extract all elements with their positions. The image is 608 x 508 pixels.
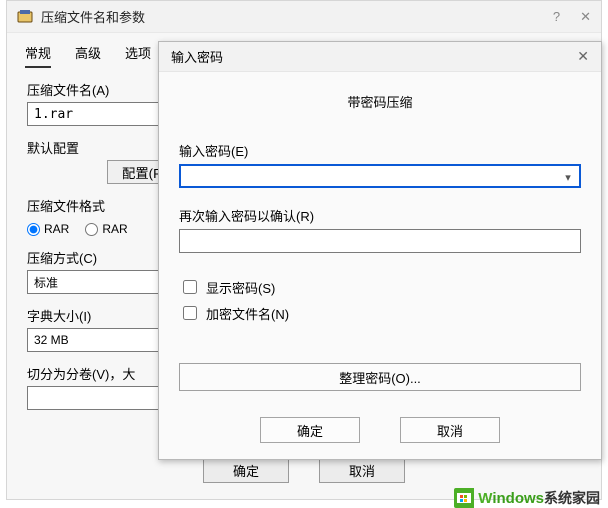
window-controls: ? ✕ — [553, 9, 591, 25]
organize-passwords-button[interactable]: 整理密码(O)... — [179, 363, 581, 391]
format-rar4[interactable]: RAR — [85, 222, 127, 236]
main-cancel-button[interactable]: 取消 — [319, 457, 405, 483]
tab-general[interactable]: 常规 — [25, 39, 51, 68]
pwd-title: 输入密码 — [171, 47, 577, 66]
encrypt-names-checkbox[interactable] — [183, 306, 197, 320]
show-password-check[interactable]: 显示密码(S) — [179, 277, 581, 297]
main-ok-button[interactable]: 确定 — [203, 457, 289, 483]
main-buttons: 确定 取消 — [7, 457, 601, 483]
confirm-pwd-label: 再次输入密码以确认(R) — [179, 206, 581, 225]
pwd-close-icon[interactable]: ✕ — [577, 48, 589, 65]
radio-rar4[interactable] — [85, 223, 98, 236]
titlebar: 压缩文件名和参数 ? ✕ — [7, 1, 601, 33]
enter-pwd-input[interactable]: ▾ — [179, 164, 581, 188]
help-icon[interactable]: ? — [553, 9, 560, 25]
chevron-down-icon[interactable]: ▾ — [559, 168, 577, 186]
tab-advanced[interactable]: 高级 — [75, 39, 101, 68]
password-dialog: 输入密码 ✕ 带密码压缩 输入密码(E) ▾ 再次输入密码以确认(R) 显示密码… — [158, 41, 602, 460]
pwd-buttons: 确定 取消 — [159, 417, 601, 443]
tab-options[interactable]: 选项 — [125, 39, 151, 68]
show-password-checkbox[interactable] — [183, 280, 197, 294]
encrypt-names-check[interactable]: 加密文件名(N) — [179, 303, 581, 323]
pwd-ok-button[interactable]: 确定 — [260, 417, 360, 443]
window-title: 压缩文件名和参数 — [41, 7, 553, 26]
format-rar[interactable]: RAR — [27, 222, 69, 236]
pwd-body: 带密码压缩 输入密码(E) ▾ 再次输入密码以确认(R) 显示密码(S) 加密文… — [159, 72, 601, 401]
pwd-caption: 带密码压缩 — [179, 92, 581, 111]
close-icon[interactable]: ✕ — [580, 9, 591, 25]
pwd-cancel-button[interactable]: 取消 — [400, 417, 500, 443]
confirm-pwd-input[interactable] — [179, 229, 581, 253]
pwd-titlebar: 输入密码 ✕ — [159, 42, 601, 72]
app-icon — [17, 9, 33, 25]
enter-pwd-label: 输入密码(E) — [179, 141, 581, 160]
radio-rar[interactable] — [27, 223, 40, 236]
